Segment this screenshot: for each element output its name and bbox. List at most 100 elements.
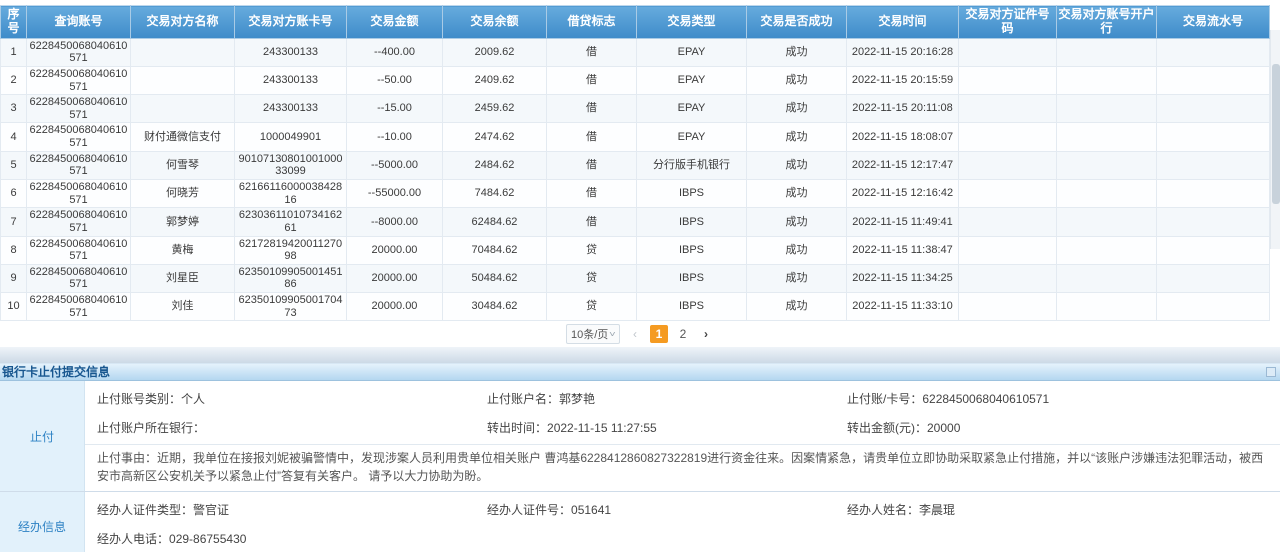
agent-info-group: 经办信息 经办人证件类型：警官证 经办人证件号：051641 经办人姓名：李晨琨… bbox=[0, 491, 1280, 552]
table-cell: 2022-11-15 11:33:10 bbox=[847, 293, 959, 321]
field-agent-id-number: 经办人证件号：051641 bbox=[487, 501, 847, 518]
table-row[interactable]: 56228450068040610571何雪琴90107130801001000… bbox=[1, 151, 1270, 179]
table-cell: EPAY bbox=[637, 66, 747, 94]
table-cell: 成功 bbox=[747, 66, 847, 94]
table-cell: --55000.00 bbox=[347, 180, 443, 208]
table-cell: 10 bbox=[1, 293, 27, 321]
table-cell: 借 bbox=[547, 66, 637, 94]
column-header: 借贷标志 bbox=[547, 6, 637, 39]
table-cell: IBPS bbox=[637, 236, 747, 264]
table-cell: 6228450068040610571 bbox=[27, 293, 131, 321]
table-cell: 6235010990500170473 bbox=[235, 293, 347, 321]
table-row[interactable]: 46228450068040610571财付通微信支付1000049901--1… bbox=[1, 123, 1270, 151]
table-cell: 2022-11-15 20:16:28 bbox=[847, 38, 959, 66]
stop-payment-section: 银行卡止付提交信息 止付 止付账号类别：个人 止付账户名：郭梦艳 止付账/卡号：… bbox=[0, 363, 1280, 552]
table-row[interactable]: 16228450068040610571243300133--400.00200… bbox=[1, 38, 1270, 66]
table-cell: IBPS bbox=[637, 180, 747, 208]
table-cell: 2022-11-15 12:17:47 bbox=[847, 151, 959, 179]
table-cell: --8000.00 bbox=[347, 208, 443, 236]
page-size-select[interactable]: 10条/页 ˅ bbox=[566, 324, 620, 344]
table-cell: 贷 bbox=[547, 293, 637, 321]
table-cell: 借 bbox=[547, 180, 637, 208]
transactions-panel: 序号查询账号交易对方名称交易对方账卡号交易金额交易余额借贷标志交易类型交易是否成… bbox=[0, 0, 1280, 347]
pagination-bar: 10条/页 ˅ ‹ 1 2 › bbox=[0, 321, 1280, 347]
table-scrollbar[interactable] bbox=[1270, 30, 1280, 249]
table-cell: 郭梦婷 bbox=[131, 208, 235, 236]
table-cell: IBPS bbox=[637, 208, 747, 236]
table-cell: 20000.00 bbox=[347, 236, 443, 264]
field-account-name: 止付账户名：郭梦艳 bbox=[487, 390, 847, 407]
table-cell: 6235010990500145186 bbox=[235, 264, 347, 292]
collapse-icon[interactable] bbox=[1266, 367, 1276, 377]
table-cell: 6228450068040610571 bbox=[27, 151, 131, 179]
table-cell: 243300133 bbox=[235, 38, 347, 66]
section-title: 银行卡止付提交信息 bbox=[2, 365, 110, 379]
column-header: 序号 bbox=[1, 6, 27, 39]
table-cell: 成功 bbox=[747, 180, 847, 208]
table-cell: 2009.62 bbox=[443, 38, 547, 66]
table-cell: IBPS bbox=[637, 264, 747, 292]
table-cell bbox=[1157, 123, 1270, 151]
table-cell bbox=[1157, 208, 1270, 236]
table-cell bbox=[1057, 293, 1157, 321]
field-agent-id-type: 经办人证件类型：警官证 bbox=[97, 501, 487, 518]
table-cell: 6217281942001127098 bbox=[235, 236, 347, 264]
table-row[interactable]: 36228450068040610571243300133--15.002459… bbox=[1, 95, 1270, 123]
table-cell: 50484.62 bbox=[443, 264, 547, 292]
table-row[interactable]: 76228450068040610571郭梦婷62303611010734162… bbox=[1, 208, 1270, 236]
table-cell: 刘佳 bbox=[131, 293, 235, 321]
field-agent-phone: 经办人电话：029-86755430 bbox=[97, 530, 487, 547]
table-cell: 2459.62 bbox=[443, 95, 547, 123]
column-header: 交易对方账卡号 bbox=[235, 6, 347, 39]
stop-payment-fields: 止付账号类别：个人 止付账户名：郭梦艳 止付账/卡号：6228450068040… bbox=[85, 381, 1280, 444]
table-cell: 成功 bbox=[747, 38, 847, 66]
table-cell bbox=[959, 264, 1057, 292]
next-page-button[interactable]: › bbox=[698, 325, 714, 343]
scrollbar-thumb-icon[interactable] bbox=[1272, 64, 1280, 204]
table-cell: 借 bbox=[547, 38, 637, 66]
table-cell: 6228450068040610571 bbox=[27, 123, 131, 151]
table-cell: 6 bbox=[1, 180, 27, 208]
stop-payment-reason-text: 止付事由：近期，我单位在接报刘妮被骗警情中，发现涉案人员利用贵单位相关账户 曹鸿… bbox=[85, 444, 1280, 491]
table-cell bbox=[959, 123, 1057, 151]
table-cell bbox=[959, 293, 1057, 321]
prev-page-button[interactable]: ‹ bbox=[627, 325, 643, 343]
column-header: 交易是否成功 bbox=[747, 6, 847, 39]
page-button-1[interactable]: 1 bbox=[650, 325, 668, 343]
table-cell: 贷 bbox=[547, 236, 637, 264]
table-cell: 成功 bbox=[747, 264, 847, 292]
column-header: 交易流水号 bbox=[1157, 6, 1270, 39]
table-row[interactable]: 96228450068040610571刘星臣62350109905001451… bbox=[1, 264, 1270, 292]
table-cell: 成功 bbox=[747, 293, 847, 321]
table-cell: 贷 bbox=[547, 264, 637, 292]
table-cell: 6228450068040610571 bbox=[27, 264, 131, 292]
page-button-2[interactable]: 2 bbox=[675, 325, 691, 343]
table-row[interactable]: 26228450068040610571243300133--50.002409… bbox=[1, 66, 1270, 94]
table-cell: 7 bbox=[1, 208, 27, 236]
table-row[interactable]: 86228450068040610571黄梅621728194200112709… bbox=[1, 236, 1270, 264]
field-account-bank: 止付账户所在银行： bbox=[97, 419, 487, 436]
table-cell: 2022-11-15 11:38:47 bbox=[847, 236, 959, 264]
agent-info-fields: 经办人证件类型：警官证 经办人证件号：051641 经办人姓名：李晨琨 经办人电… bbox=[85, 492, 1280, 552]
table-cell: 何雪琴 bbox=[131, 151, 235, 179]
table-cell: 70484.62 bbox=[443, 236, 547, 264]
table-cell: 8 bbox=[1, 236, 27, 264]
table-cell: 2022-11-15 11:49:41 bbox=[847, 208, 959, 236]
table-cell bbox=[1157, 264, 1270, 292]
table-row[interactable]: 66228450068040610571何晓芳62166116000038428… bbox=[1, 180, 1270, 208]
table-cell: 7484.62 bbox=[443, 180, 547, 208]
table-cell: EPAY bbox=[637, 38, 747, 66]
table-cell: 2022-11-15 18:08:07 bbox=[847, 123, 959, 151]
table-cell bbox=[959, 38, 1057, 66]
table-cell: 成功 bbox=[747, 95, 847, 123]
stop-payment-group-label: 止付 bbox=[0, 381, 85, 491]
column-header: 交易余额 bbox=[443, 6, 547, 39]
table-cell bbox=[131, 95, 235, 123]
table-cell: 243300133 bbox=[235, 95, 347, 123]
table-cell: 2022-11-15 11:34:25 bbox=[847, 264, 959, 292]
table-cell bbox=[1157, 293, 1270, 321]
table-row[interactable]: 106228450068040610571刘佳62350109905001704… bbox=[1, 293, 1270, 321]
table-cell: 9010713080100100033099 bbox=[235, 151, 347, 179]
table-cell: 2 bbox=[1, 66, 27, 94]
table-cell bbox=[959, 180, 1057, 208]
